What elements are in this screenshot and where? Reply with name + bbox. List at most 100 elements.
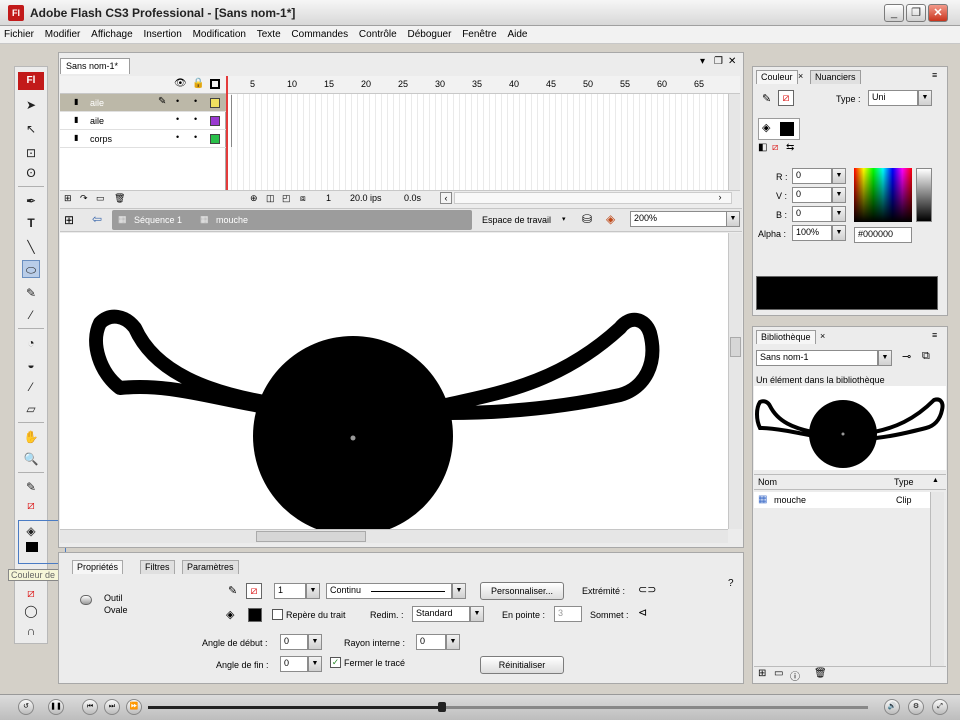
free-transform-tool-icon[interactable]: ⊡ [22,144,40,162]
pen-tool-icon[interactable]: ✒ [22,192,40,210]
pause-icon[interactable]: ❚❚ [48,699,64,715]
selection-tool-icon[interactable]: ➤ [22,96,40,114]
layer-color-swatch[interactable] [210,116,220,126]
restore-button[interactable]: ❐ [906,4,926,22]
workspace-menu[interactable]: Espace de travail [482,215,551,225]
fill-swatch[interactable] [780,122,794,136]
stroke-style-dropdown-icon[interactable]: ▼ [452,583,466,599]
r-dropdown-icon[interactable]: ▼ [832,168,846,184]
visible-dot-icon[interactable]: • [176,114,179,124]
scale-select[interactable]: Standard [412,606,470,622]
seek-handle[interactable] [438,702,446,712]
lasso-tool-icon[interactable]: ʘ [22,164,40,182]
type-select[interactable]: Uni [868,90,918,106]
panel-options-icon[interactable]: ▾ [700,56,705,67]
onion-skin-icon[interactable]: ◫ [266,193,275,204]
fill-color-swatch[interactable] [26,542,38,552]
r-field[interactable]: 0 [792,168,832,184]
brightness-slider[interactable] [916,168,932,222]
alpha-dropdown-icon[interactable]: ▼ [832,225,846,241]
v-field[interactable]: 0 [792,187,832,203]
pin-library-icon[interactable]: ⊸ [902,350,911,363]
fast-forward-icon[interactable]: ⏩ [126,699,142,715]
inner-radius-field[interactable]: 0 [416,634,446,650]
text-tool-icon[interactable]: T [22,214,40,232]
color-spectrum[interactable] [854,168,912,222]
no-color-icon[interactable]: ⧄ [22,584,40,602]
add-folder-icon[interactable]: ▭ [96,193,105,204]
inner-radius-dropdown-icon[interactable]: ▼ [446,634,460,650]
eraser-tool-icon[interactable]: ▱ [22,400,40,418]
new-library-icon[interactable]: ⧉ [922,350,930,363]
tab-close-icon[interactable]: × [798,71,803,81]
brush-tool-icon[interactable]: ⁄ [22,306,40,324]
hex-field[interactable]: #000000 [854,227,912,243]
menu-fenetre[interactable]: Fenêtre [458,26,500,40]
layer-row[interactable]: ▮ corps • • [60,130,226,148]
lock-icon[interactable]: 🔒 [192,78,204,89]
document-tab[interactable]: Sans nom-1* [60,58,130,74]
cap-style-icon[interactable]: ⊂⊃ [638,583,656,596]
zoom-field[interactable]: 200% [630,211,728,227]
stroke-style-select[interactable]: Continu [326,583,452,599]
panel-menu-icon[interactable]: ≡ [932,70,937,80]
start-angle-dropdown-icon[interactable]: ▼ [308,634,322,650]
breadcrumb-scene[interactable]: Séquence 1 [134,215,182,225]
breadcrumb-symbol[interactable]: mouche [216,215,248,225]
onion-outline-icon[interactable]: ◰ [282,193,291,204]
menu-controle[interactable]: Contrôle [355,26,401,40]
zoom-tool-icon[interactable]: 🔍 [22,450,40,468]
fill-bucket-icon[interactable]: ◈ [22,522,40,540]
tab-nuanciers[interactable]: Nuanciers [810,70,861,84]
alpha-field[interactable]: 100% [792,225,832,241]
scroll-right-icon[interactable]: › [714,192,726,204]
tab-proprietes[interactable]: Propriétés [72,560,124,574]
edit-multiple-icon[interactable]: ⧈ [300,193,306,204]
timeline-vscroll[interactable] [728,94,740,190]
layer-row[interactable]: ▮ aile • • [60,112,226,130]
lock-dot-icon[interactable]: • [194,114,197,124]
sort-arrow-icon[interactable]: ▲ [932,477,939,484]
help-icon[interactable]: ? [728,578,734,589]
close-path-checkbox[interactable]: ✓ [330,657,341,668]
panel-close-icon[interactable]: ✕ [728,56,736,67]
new-symbol-icon[interactable]: ⊞ [758,668,766,679]
add-layer-icon[interactable]: ⊞ [64,193,72,204]
customize-button[interactable]: Personnaliser... [480,582,564,600]
hscroll-thumb[interactable] [256,531,366,542]
playhead[interactable] [226,76,228,202]
center-frame-icon[interactable]: ⊕ [250,193,258,204]
reset-button[interactable]: Réinitialiser [480,656,564,674]
end-angle-field[interactable]: 0 [280,656,308,672]
library-vscroll[interactable] [930,492,944,666]
layer-color-swatch[interactable] [210,134,220,144]
fullscreen-icon[interactable]: ⤢ [932,699,948,715]
menu-texte[interactable]: Texte [253,26,285,40]
delete-icon[interactable]: 🗑 [814,668,827,679]
stroke-swatch[interactable]: ⧄ [778,90,794,106]
show-hide-icon[interactable]: 👁 [174,78,187,89]
stage[interactable] [60,233,728,536]
eyedropper-tool-icon[interactable]: ⁄ [22,378,40,396]
lock-dot-icon[interactable]: • [194,132,197,142]
vscroll-thumb[interactable] [730,337,741,357]
next-icon[interactable]: ⏭ [104,699,120,715]
panel-menu-icon[interactable]: ≡ [932,330,937,340]
ink-bottle-tool-icon[interactable]: ◔ [22,334,40,352]
menu-aide[interactable]: Aide [503,26,531,40]
panel-restore-icon[interactable]: ❐ [714,56,723,67]
v-dropdown-icon[interactable]: ▼ [832,187,846,203]
menu-modifier[interactable]: Modifier [41,26,85,40]
join-style-icon[interactable]: ⊲ [638,606,647,619]
type-dropdown-icon[interactable]: ▼ [918,90,932,106]
layer-color-swatch[interactable] [210,98,220,108]
zoom-dropdown-icon[interactable]: ▼ [726,211,740,227]
previous-icon[interactable]: ⏮ [82,699,98,715]
lock-dot-icon[interactable]: • [194,96,197,106]
edit-symbol-icon[interactable]: ◈ [606,212,615,226]
close-button[interactable]: ✕ [928,4,948,22]
restart-icon[interactable]: ↺ [18,699,34,715]
tab-bibliotheque[interactable]: Bibliothèque [756,330,816,344]
b-field[interactable]: 0 [792,206,832,222]
column-name[interactable]: Nom [758,477,777,487]
